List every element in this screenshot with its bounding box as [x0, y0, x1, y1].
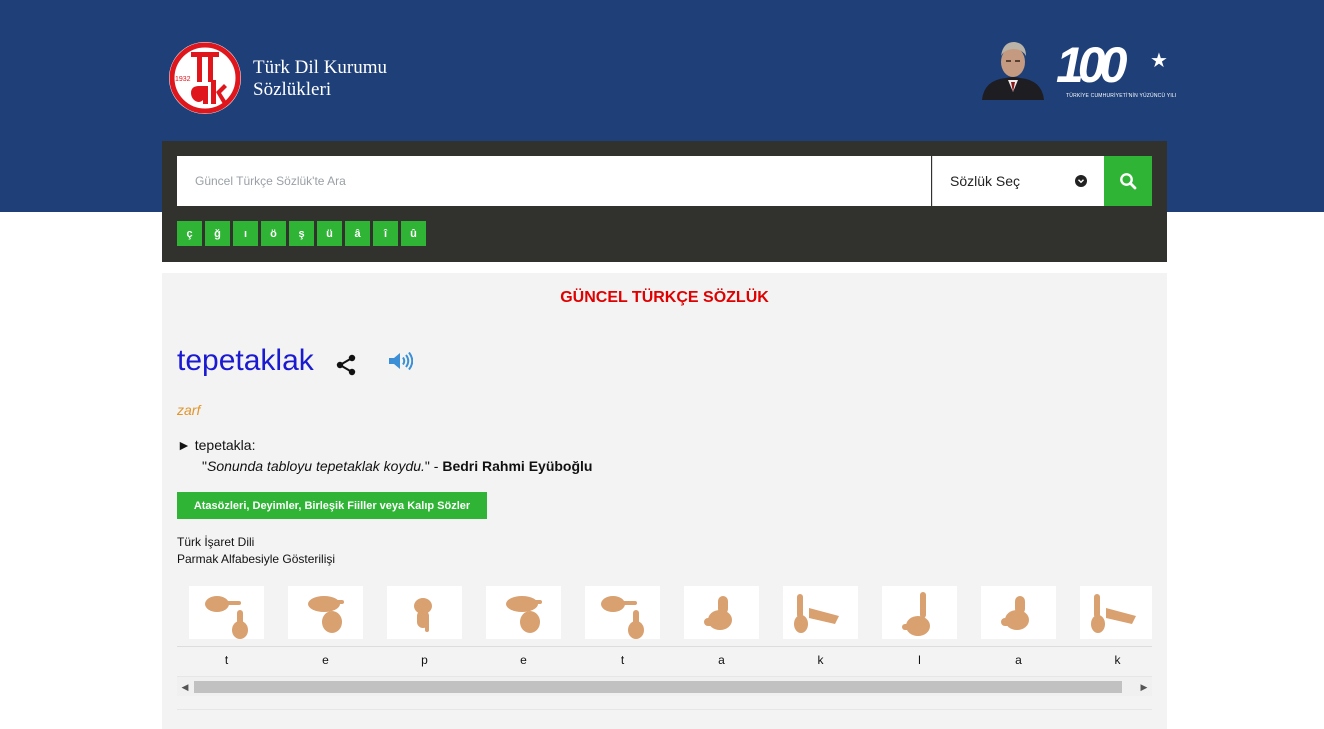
search-input[interactable] — [177, 156, 931, 206]
sign-letter: a — [718, 653, 725, 667]
sign-letter: t — [620, 653, 625, 667]
dictionary-select-label: Sözlük Seç — [950, 173, 1021, 189]
sign-language-label: Türk İşaret Dili Parmak Alfabesiyle Göst… — [177, 534, 335, 568]
search-button[interactable] — [1104, 156, 1152, 206]
example-text: Sonunda tabloyu tepetaklak koydu. — [206, 458, 425, 474]
sign-image-t — [573, 584, 672, 646]
letter-button-i-circumflex[interactable]: î — [373, 221, 398, 246]
speaker-icon[interactable] — [387, 350, 413, 372]
sign-image-frame — [486, 586, 561, 639]
sign-image-k — [771, 584, 870, 646]
sign-language-line1: Türk İşaret Dili — [177, 535, 255, 549]
centennial-caption: TÜRKİYE CUMHURİYETİ'NİN YÜZÜNCÜ YILI — [1066, 93, 1177, 99]
scrollbar-thumb[interactable] — [194, 681, 1122, 693]
hand-sign-icon — [506, 596, 542, 633]
hand-sign-icon — [308, 596, 344, 633]
sign-letter: e — [520, 653, 527, 667]
special-letters: ç ğ ı ö ş ü â î û — [177, 221, 426, 246]
hand-sign-icon — [414, 598, 432, 632]
star-icon: ★ — [1150, 50, 1168, 72]
hand-sign-icon — [902, 592, 930, 636]
fingerspelling-divider — [177, 646, 1152, 647]
letter-button-a-circumflex[interactable]: â — [345, 221, 370, 246]
dictionary-title: GÜNCEL TÜRKÇE SÖZLÜK — [560, 289, 769, 306]
sign-image-frame — [783, 586, 858, 639]
share-icon[interactable] — [334, 353, 358, 377]
idioms-button[interactable]: Atasözleri, Deyimler, Birleşik Fiiller v… — [177, 492, 487, 519]
sign-image-frame — [684, 586, 759, 639]
brand-line1: Türk Dil Kurumu — [253, 57, 388, 78]
dictionary-select[interactable]: Sözlük Seç — [932, 156, 1104, 206]
hand-sign-icon — [601, 596, 644, 639]
sign-image-e — [474, 584, 573, 646]
sign-letter: a — [1015, 653, 1022, 667]
sign-image-a — [672, 584, 771, 646]
sign-letter: k — [1114, 653, 1121, 667]
sign-image-frame — [981, 586, 1056, 639]
hand-sign-icon — [704, 596, 732, 630]
hand-sign-icon — [1091, 594, 1136, 633]
letter-button-o-umlaut[interactable]: ö — [261, 221, 286, 246]
sign-image-frame — [882, 586, 957, 639]
centennial-number: 100 — [1056, 37, 1127, 93]
sign-letter: k — [817, 653, 824, 667]
definition: ► tepetakla: — [177, 437, 255, 453]
example-sentence: "Sonunda tabloyu tepetaklak koydu." - Be… — [202, 458, 592, 474]
ataturk-portrait-image — [980, 38, 1046, 100]
horizontal-scrollbar[interactable]: ◀ ▶ — [177, 676, 1152, 696]
sign-letter: e — [322, 653, 329, 667]
fingerspelling-signs — [177, 584, 1152, 646]
search-icon — [1120, 173, 1137, 190]
chevron-down-icon — [1075, 175, 1087, 187]
sign-letter: p — [421, 653, 428, 667]
letter-button-s-cedilla[interactable]: ş — [289, 221, 314, 246]
headword: tepetaklak — [177, 344, 314, 377]
tdk-logo[interactable]: 1932 — [167, 40, 243, 116]
result-panel: GÜNCEL TÜRKÇE SÖZLÜK tepetaklak zarf ► t… — [162, 273, 1167, 729]
search-panel: Sözlük Seç ç ğ ı ö ş ü â î û — [162, 141, 1167, 262]
scroll-left-arrow-icon[interactable]: ◀ — [180, 681, 190, 693]
sign-image-e — [276, 584, 375, 646]
letter-button-u-umlaut[interactable]: ü — [317, 221, 342, 246]
fingerspelling-letters: tepetaklak — [177, 653, 1152, 671]
content-divider — [177, 709, 1152, 710]
sign-image-frame — [189, 586, 264, 639]
hand-sign-icon — [1001, 596, 1029, 630]
brand-line2: Sözlükleri — [253, 79, 332, 100]
sign-image-l — [870, 584, 969, 646]
example-author: Bedri Rahmi Eyüboğlu — [442, 458, 593, 474]
sign-image-p — [375, 584, 474, 646]
sign-image-t — [177, 584, 276, 646]
sign-image-frame — [585, 586, 660, 639]
triangle-right-icon: ► — [177, 437, 191, 453]
letter-button-u-circumflex[interactable]: û — [401, 221, 426, 246]
sign-image-frame — [288, 586, 363, 639]
logo-year: 1932 — [175, 76, 191, 83]
sign-language-line2: Parmak Alfabesiyle Gösterilişi — [177, 552, 336, 566]
centennial-logo: 100 ★ TÜRKİYE CUMHURİYETİ'NİN YÜZÜNCÜ YI… — [1056, 37, 1176, 100]
sign-letter: l — [918, 653, 921, 667]
hand-sign-icon — [794, 594, 839, 633]
part-of-speech: zarf — [177, 402, 201, 418]
letter-button-c-cedilla[interactable]: ç — [177, 221, 202, 246]
definition-text[interactable]: tepetakla: — [195, 437, 256, 453]
sign-image-k — [1068, 584, 1152, 646]
sign-image-a — [969, 584, 1068, 646]
brand-text[interactable]: Türk Dil Kurumu Sözlükleri — [253, 57, 387, 101]
letter-button-dotless-i[interactable]: ı — [233, 221, 258, 246]
sign-letter: t — [224, 653, 229, 667]
sign-image-frame — [387, 586, 462, 639]
letter-button-g-breve[interactable]: ğ — [205, 221, 230, 246]
example-quote-close: " - — [424, 458, 443, 474]
scroll-right-arrow-icon[interactable]: ▶ — [1139, 681, 1149, 693]
hand-sign-icon — [205, 596, 248, 639]
sign-image-frame — [1080, 586, 1152, 639]
